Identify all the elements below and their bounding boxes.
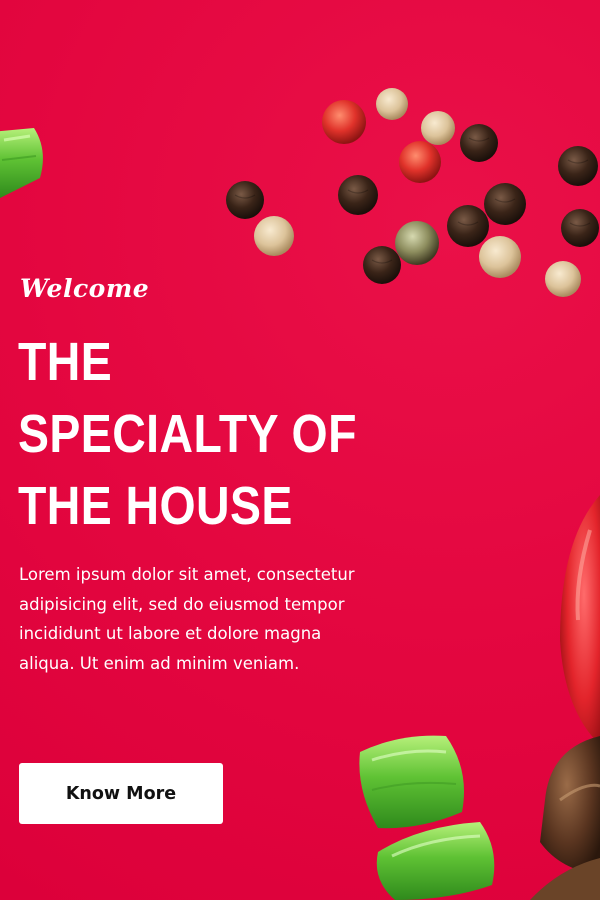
hero-section: Welcome THE SPECIALTY OF THE HOUSE Lorem… (0, 0, 600, 900)
green-onion-icon (0, 128, 43, 198)
welcome-label: Welcome (20, 274, 150, 303)
mushroom-icon (530, 736, 600, 900)
hero-title: THE SPECIALTY OF THE HOUSE (18, 326, 357, 542)
know-more-button[interactable]: Know More (19, 763, 223, 824)
hero-title-line-1: THE (18, 332, 113, 392)
peppercorn-icon (226, 88, 599, 297)
tomato-icon (560, 495, 600, 745)
hero-title-line-3: THE HOUSE (18, 476, 293, 536)
hero-description: Lorem ipsum dolor sit amet, consectetur … (19, 565, 355, 673)
green-onion-icon (359, 735, 495, 900)
hero-title-line-2: SPECIALTY OF (18, 404, 357, 464)
